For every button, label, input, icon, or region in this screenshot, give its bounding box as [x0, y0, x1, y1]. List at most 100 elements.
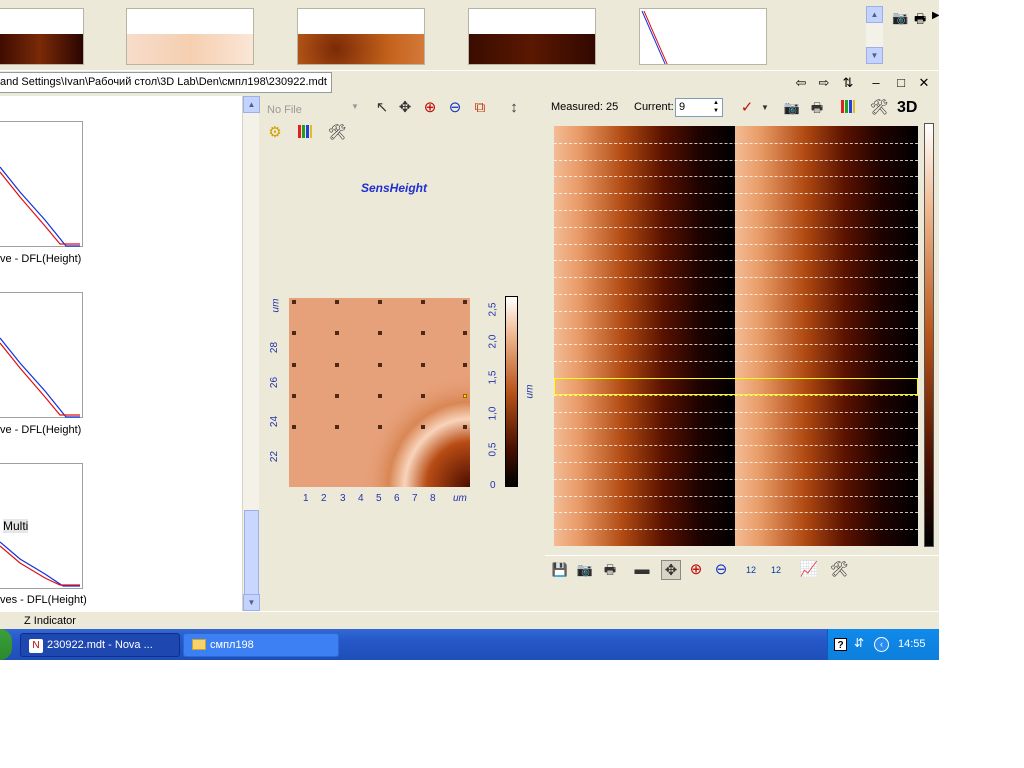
curve-thumbnail-2[interactable]: [0, 292, 83, 418]
chevron-left-icon[interactable]: ‹: [874, 637, 889, 652]
printer-icon[interactable]: 🖶: [600, 560, 620, 580]
ruler-icon[interactable]: ▬: [629, 560, 655, 580]
close-button[interactable]: ✕: [914, 74, 934, 92]
dropdown-arrow-icon[interactable]: ▼: [755, 98, 775, 118]
height-map-preview[interactable]: [289, 298, 470, 487]
tile-icon[interactable]: ⇅: [838, 74, 858, 92]
zoom-fit-icon[interactable]: ⧉: [470, 98, 490, 118]
height-colorbar: [505, 296, 518, 487]
select-pointer-icon[interactable]: ↖: [372, 98, 392, 118]
grid-point[interactable]: [335, 363, 339, 367]
curve-mode-icon[interactable]: ✓: [737, 98, 757, 118]
zoom-in-icon[interactable]: ⊕: [420, 98, 440, 118]
zoom-out-icon[interactable]: ⊖: [711, 560, 731, 580]
thumbnail-frame-3[interactable]: [297, 8, 425, 65]
tools-icon[interactable]: 🛠: [327, 123, 347, 143]
grid-point[interactable]: [421, 425, 425, 429]
zoom-out-icon[interactable]: ⊖: [445, 98, 465, 118]
grid-point[interactable]: [421, 363, 425, 367]
help-icon[interactable]: ?: [834, 638, 847, 651]
scan-view-panel: Measured: 25 Current: 9 ▲ ▼ ✓ ▼ 📷 🖶 🛠 3D …: [545, 96, 939, 611]
grid-point[interactable]: [463, 425, 467, 429]
scroll-down-icon[interactable]: ▼: [243, 594, 260, 611]
thumbnail-frame-2[interactable]: [126, 8, 254, 65]
curve-list-scrollbar[interactable]: ▲ ▼: [242, 96, 260, 611]
tools-icon[interactable]: 🛠: [869, 98, 889, 118]
grid-point[interactable]: [378, 300, 382, 304]
grid-point[interactable]: [292, 425, 296, 429]
taskbar-item-nova[interactable]: N 230922.mdt - Nova ...: [20, 633, 180, 657]
thumbnail-frame-1[interactable]: [0, 8, 84, 65]
camera-icon[interactable]: 📷: [782, 98, 802, 118]
thumbnail-scrollbar[interactable]: ▲ ▼: [866, 6, 883, 64]
scroll-down-icon[interactable]: ▼: [866, 47, 883, 64]
row-separator: [554, 361, 918, 363]
document-tab[interactable]: and Settings\Ivan\Рабочий стол\3D Lab\De…: [0, 72, 332, 93]
grid-point[interactable]: [378, 331, 382, 335]
thumbnail-frame-4[interactable]: [468, 8, 596, 65]
minimize-button[interactable]: –: [866, 74, 886, 92]
zoom-in-icon[interactable]: ⊕: [686, 560, 706, 580]
curve-thumbnail-3[interactable]: Multi: [0, 463, 83, 589]
start-button[interactable]: [0, 629, 12, 660]
grid-point[interactable]: [335, 331, 339, 335]
scale-icon-1[interactable]: 12: [741, 560, 761, 580]
camera-icon[interactable]: 📷: [575, 560, 595, 580]
grid-point[interactable]: [335, 394, 339, 398]
grid-point[interactable]: [292, 300, 296, 304]
tools-icon[interactable]: 🛠: [829, 560, 849, 580]
grid-point[interactable]: [378, 425, 382, 429]
scale-icon-2[interactable]: 12: [766, 560, 786, 580]
curve-thumbnail-1[interactable]: [0, 121, 83, 247]
grid-point[interactable]: [335, 300, 339, 304]
selected-row-highlight[interactable]: [554, 378, 918, 395]
network-icon[interactable]: ⇵: [854, 636, 864, 650]
view-3d-button[interactable]: 3D: [897, 99, 917, 117]
printer-icon[interactable]: 🖶: [914, 10, 926, 32]
grid-point[interactable]: [292, 394, 296, 398]
chevron-right-icon[interactable]: ▶: [932, 10, 939, 21]
grid-point[interactable]: [421, 331, 425, 335]
grid-point[interactable]: [421, 300, 425, 304]
back-arrow-icon[interactable]: ⇦: [791, 74, 811, 92]
row-separator: [554, 445, 918, 447]
curve-graph-2: [0, 337, 80, 418]
settings-gear-icon[interactable]: ⚙: [265, 123, 285, 143]
image-title: SensHeight: [361, 181, 428, 195]
taskbar-item-folder[interactable]: смпл198: [183, 633, 339, 657]
pan-move-icon[interactable]: ✥: [395, 98, 415, 118]
grid-point[interactable]: [421, 394, 425, 398]
scroll-up-icon[interactable]: ▲: [243, 96, 260, 113]
grid-point[interactable]: [378, 363, 382, 367]
current-spinner[interactable]: ▲ ▼: [710, 99, 722, 116]
scroll-up-icon[interactable]: ▲: [866, 6, 883, 23]
x-tick-7: 7: [412, 493, 418, 504]
grid-point[interactable]: [378, 394, 382, 398]
pan-move-icon[interactable]: ✥: [661, 560, 681, 580]
grid-point[interactable]: [463, 363, 467, 367]
maximize-button[interactable]: □: [891, 74, 911, 92]
grid-point[interactable]: [292, 363, 296, 367]
scrollbar-thumb[interactable]: [244, 510, 259, 595]
z-indicator-tab[interactable]: Z Indicator: [0, 611, 140, 629]
force-scan-image[interactable]: [554, 126, 918, 546]
save-icon[interactable]: 💾: [550, 560, 570, 580]
palette-icon[interactable]: [838, 98, 858, 118]
grid-point[interactable]: [463, 331, 467, 335]
grid-point[interactable]: [463, 394, 467, 398]
vertical-range-icon[interactable]: ↕: [504, 98, 524, 118]
x-tick-5: 5: [376, 493, 382, 504]
forward-arrow-icon[interactable]: ⇨: [814, 74, 834, 92]
grid-point[interactable]: [292, 331, 296, 335]
thumbnail-frame-5-curve[interactable]: [639, 8, 767, 65]
file-select[interactable]: No File ▼: [263, 98, 361, 118]
chart-icon[interactable]: 📈: [799, 560, 819, 580]
thumbnail-strip: ▲ ▼ 📷 🖶 ▶: [0, 0, 939, 70]
grid-point[interactable]: [463, 300, 467, 304]
cbar-tick-0-5: 0,5: [487, 442, 499, 457]
printer-icon[interactable]: 🖶: [807, 98, 827, 118]
grid-point[interactable]: [335, 425, 339, 429]
camera-icon[interactable]: 📷: [892, 10, 908, 26]
y-tick-28: 28: [269, 341, 281, 354]
palette-icon[interactable]: [295, 123, 315, 143]
